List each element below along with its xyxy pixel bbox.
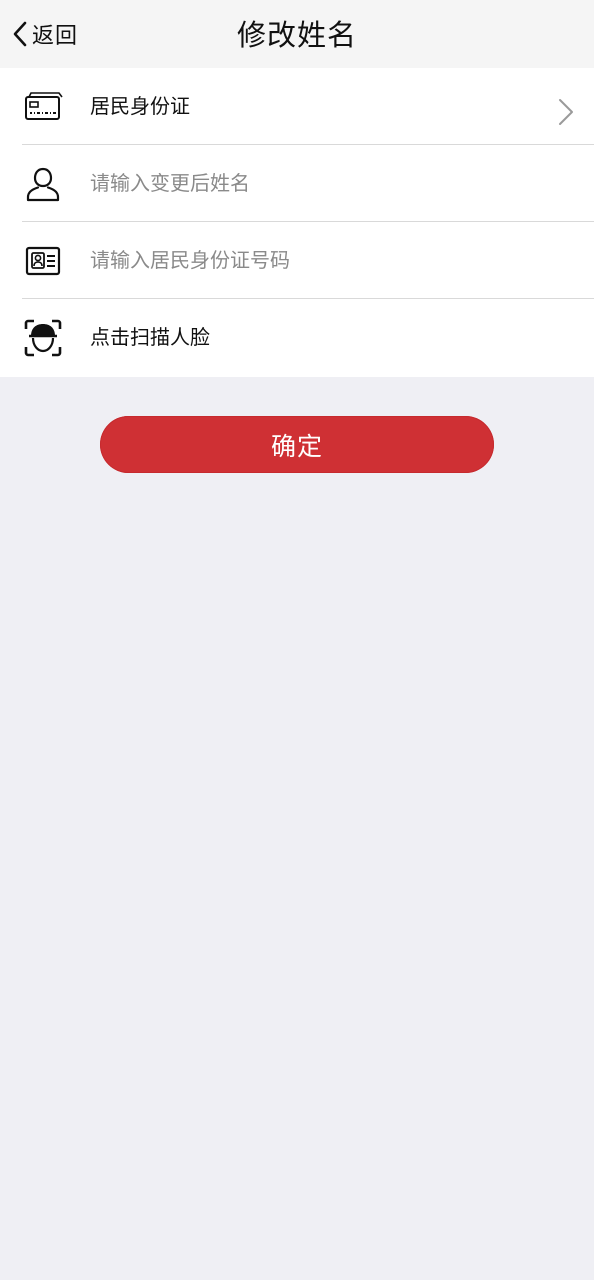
form-panel: 居民身份证 请输入变更后姓名 请输入居民身份证号码 点击扫描人脸 xyxy=(0,68,594,377)
face-scan-row[interactable]: 点击扫描人脸 xyxy=(0,299,594,376)
id-type-row[interactable]: 居民身份证 xyxy=(0,68,594,145)
face-scan-label: 点击扫描人脸 xyxy=(90,325,210,349)
person-icon xyxy=(22,164,64,204)
name-row xyxy=(0,145,594,222)
id-card-icon xyxy=(22,87,64,127)
contact-card-icon xyxy=(22,241,64,281)
page-title: 修改姓名 xyxy=(236,18,357,52)
id-number-input[interactable] xyxy=(90,222,560,299)
confirm-button[interactable]: 确定 xyxy=(100,416,494,473)
id-number-row xyxy=(0,222,594,299)
navigation-bar: 返回 修改姓名 xyxy=(0,0,594,68)
name-input[interactable] xyxy=(90,145,560,222)
chevron-right-icon xyxy=(559,99,573,125)
id-type-label: 居民身份证 xyxy=(90,94,190,118)
face-scan-icon xyxy=(22,318,64,358)
